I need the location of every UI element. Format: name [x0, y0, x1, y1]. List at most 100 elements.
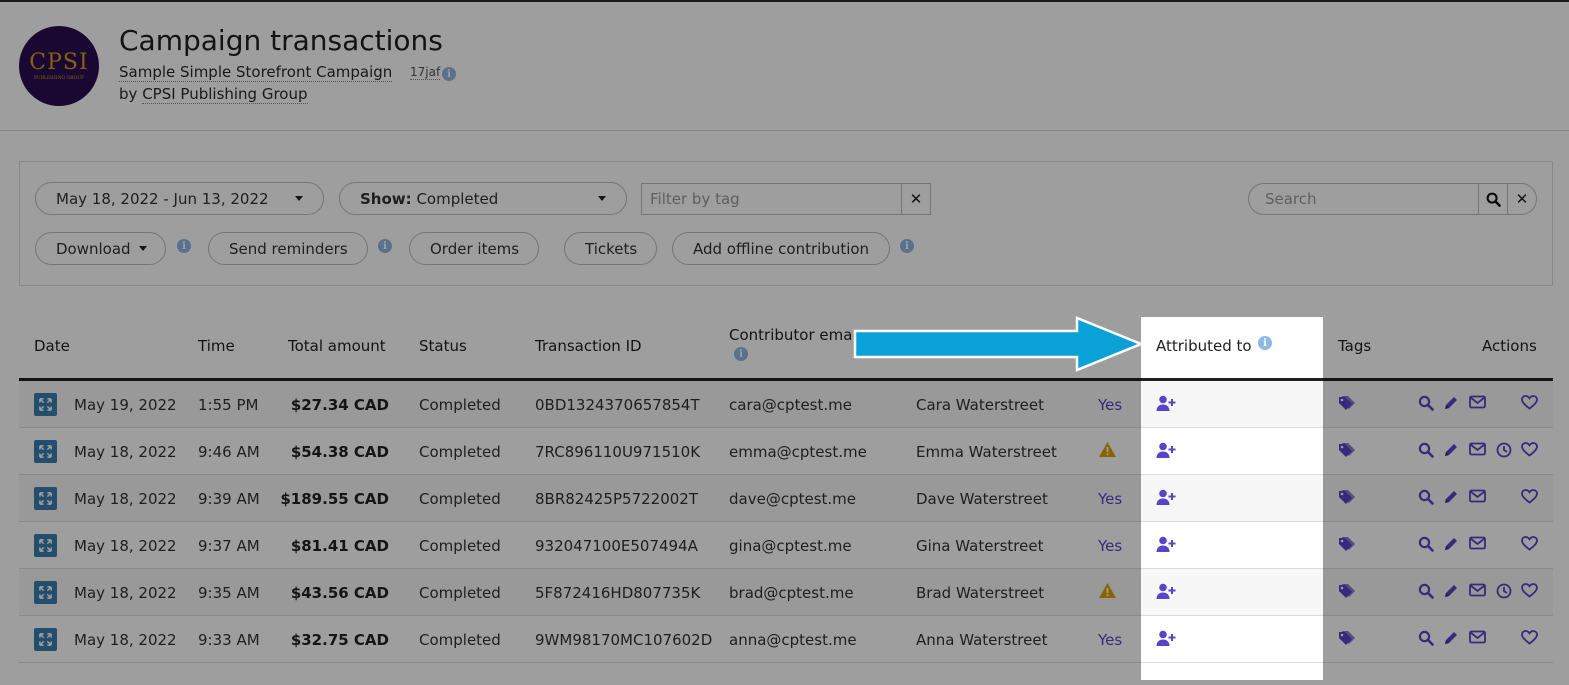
- tags-icon[interactable]: [1338, 630, 1357, 651]
- heart-icon[interactable]: [1521, 489, 1538, 508]
- search-icon[interactable]: [1418, 489, 1434, 509]
- column-time[interactable]: Time: [198, 337, 235, 355]
- envelope-icon[interactable]: [1469, 536, 1486, 554]
- search-icon: [1486, 192, 1501, 207]
- info-icon[interactable]: i: [378, 239, 392, 253]
- search-icon[interactable]: [1418, 630, 1434, 650]
- heart-icon[interactable]: [1521, 395, 1538, 414]
- column-total[interactable]: Total amount: [288, 337, 386, 355]
- clear-search-button[interactable]: ✕: [1508, 183, 1537, 215]
- receipt-status-link[interactable]: Yes: [1098, 537, 1122, 555]
- info-icon[interactable]: i: [1258, 336, 1272, 350]
- warning-icon[interactable]: [1098, 582, 1117, 603]
- receipt-status-link[interactable]: Yes: [1098, 396, 1122, 414]
- column-date[interactable]: Date: [34, 337, 70, 355]
- tags-icon[interactable]: [1338, 489, 1357, 510]
- user-plus-icon[interactable]: [1156, 630, 1176, 651]
- cell-transaction-id: 932047100E507494A: [535, 537, 698, 555]
- send-reminders-button[interactable]: Send reminders: [208, 232, 368, 265]
- tags-icon[interactable]: [1338, 583, 1357, 604]
- status-filter-select[interactable]: Show: Completed: [339, 182, 627, 215]
- pencil-icon[interactable]: [1443, 630, 1459, 650]
- clear-tag-filter-button[interactable]: ✕: [901, 184, 930, 214]
- expand-icon[interactable]: [34, 393, 57, 416]
- tag-filter-placeholder: Filter by tag: [650, 190, 740, 208]
- expand-icon[interactable]: [34, 628, 57, 651]
- date-range-value: May 18, 2022 - Jun 13, 2022: [56, 189, 269, 208]
- info-icon[interactable]: i: [442, 67, 456, 81]
- campaign-code[interactable]: 17jaf: [410, 65, 441, 80]
- pencil-icon[interactable]: [1443, 583, 1459, 603]
- column-tags[interactable]: Tags: [1338, 337, 1371, 355]
- info-icon[interactable]: i: [900, 239, 914, 253]
- cell-contributor-email: anna@cptest.me: [729, 631, 857, 649]
- envelope-icon[interactable]: [1469, 395, 1486, 413]
- download-label: Download: [56, 239, 131, 258]
- attributed-to-cell: [1141, 569, 1323, 616]
- pencil-icon[interactable]: [1443, 395, 1459, 415]
- tags-icon[interactable]: [1338, 395, 1357, 416]
- user-plus-icon[interactable]: [1156, 489, 1176, 510]
- user-plus-icon[interactable]: [1156, 395, 1176, 416]
- column-attributed-to[interactable]: Attributed to: [1156, 337, 1252, 355]
- search-icon[interactable]: [1418, 536, 1434, 556]
- cell-status: Completed: [419, 443, 501, 461]
- attributed-to-cell: [1141, 475, 1323, 522]
- clock-icon[interactable]: [1496, 442, 1512, 462]
- expand-icon[interactable]: [34, 581, 57, 604]
- search-icon[interactable]: [1418, 583, 1434, 603]
- add-offline-label: Add offline contribution: [693, 239, 870, 258]
- order-items-button[interactable]: Order items: [409, 232, 539, 265]
- logo-text: CPSI: [29, 49, 89, 75]
- info-icon[interactable]: i: [177, 239, 191, 253]
- heart-icon[interactable]: [1521, 442, 1538, 461]
- date-range-select[interactable]: May 18, 2022 - Jun 13, 2022: [35, 182, 324, 215]
- chevron-down-icon: [295, 196, 303, 201]
- expand-icon[interactable]: [34, 440, 57, 463]
- cell-total-amount: $27.34 CAD: [290, 396, 389, 414]
- cell-status: Completed: [419, 631, 501, 649]
- user-plus-icon[interactable]: [1156, 583, 1176, 604]
- warning-icon[interactable]: [1098, 441, 1117, 462]
- tags-icon[interactable]: [1338, 442, 1357, 463]
- logo-subtext: PUBLISHING GROUP: [33, 75, 85, 81]
- envelope-icon[interactable]: [1469, 489, 1486, 507]
- search-input[interactable]: Search: [1248, 183, 1479, 215]
- cell-contributor-name: Gina Waterstreet: [916, 537, 1044, 555]
- cell-total-amount: $54.38 CAD: [290, 443, 389, 461]
- pencil-icon[interactable]: [1443, 536, 1459, 556]
- expand-icon[interactable]: [34, 487, 57, 510]
- receipt-status-link[interactable]: Yes: [1098, 631, 1122, 649]
- cell-status: Completed: [419, 537, 501, 555]
- column-contributor-email[interactable]: Contributor ema: [729, 326, 852, 344]
- heart-icon[interactable]: [1521, 630, 1538, 649]
- add-offline-contribution-button[interactable]: Add offline contribution: [672, 232, 890, 265]
- tag-filter-input[interactable]: Filter by tag ✕: [641, 183, 931, 215]
- envelope-icon[interactable]: [1469, 442, 1486, 460]
- search-button[interactable]: [1479, 183, 1508, 215]
- tickets-button[interactable]: Tickets: [564, 232, 657, 265]
- attributed-to-header: Attributed to i: [1141, 317, 1323, 381]
- heart-icon[interactable]: [1521, 536, 1538, 555]
- user-plus-icon[interactable]: [1156, 536, 1176, 557]
- search-icon[interactable]: [1418, 442, 1434, 462]
- attributed-to-cell: [1141, 616, 1323, 663]
- campaign-name-link[interactable]: Sample Simple Storefront Campaign: [119, 63, 393, 82]
- pencil-icon[interactable]: [1443, 442, 1459, 462]
- expand-icon[interactable]: [34, 534, 57, 557]
- heart-icon[interactable]: [1521, 583, 1538, 602]
- column-status[interactable]: Status: [419, 337, 467, 355]
- tags-icon[interactable]: [1338, 536, 1357, 557]
- download-dropdown[interactable]: Download: [35, 232, 166, 265]
- envelope-icon[interactable]: [1469, 630, 1486, 648]
- clock-icon[interactable]: [1496, 583, 1512, 603]
- column-transaction-id[interactable]: Transaction ID: [535, 337, 642, 355]
- envelope-icon[interactable]: [1469, 583, 1486, 601]
- info-icon[interactable]: i: [734, 347, 748, 361]
- pencil-icon[interactable]: [1443, 489, 1459, 509]
- receipt-status-link[interactable]: Yes: [1098, 490, 1122, 508]
- user-plus-icon[interactable]: [1156, 442, 1176, 463]
- search-icon[interactable]: [1418, 395, 1434, 415]
- cell-status: Completed: [419, 490, 501, 508]
- organization-link[interactable]: CPSI Publishing Group: [142, 85, 308, 104]
